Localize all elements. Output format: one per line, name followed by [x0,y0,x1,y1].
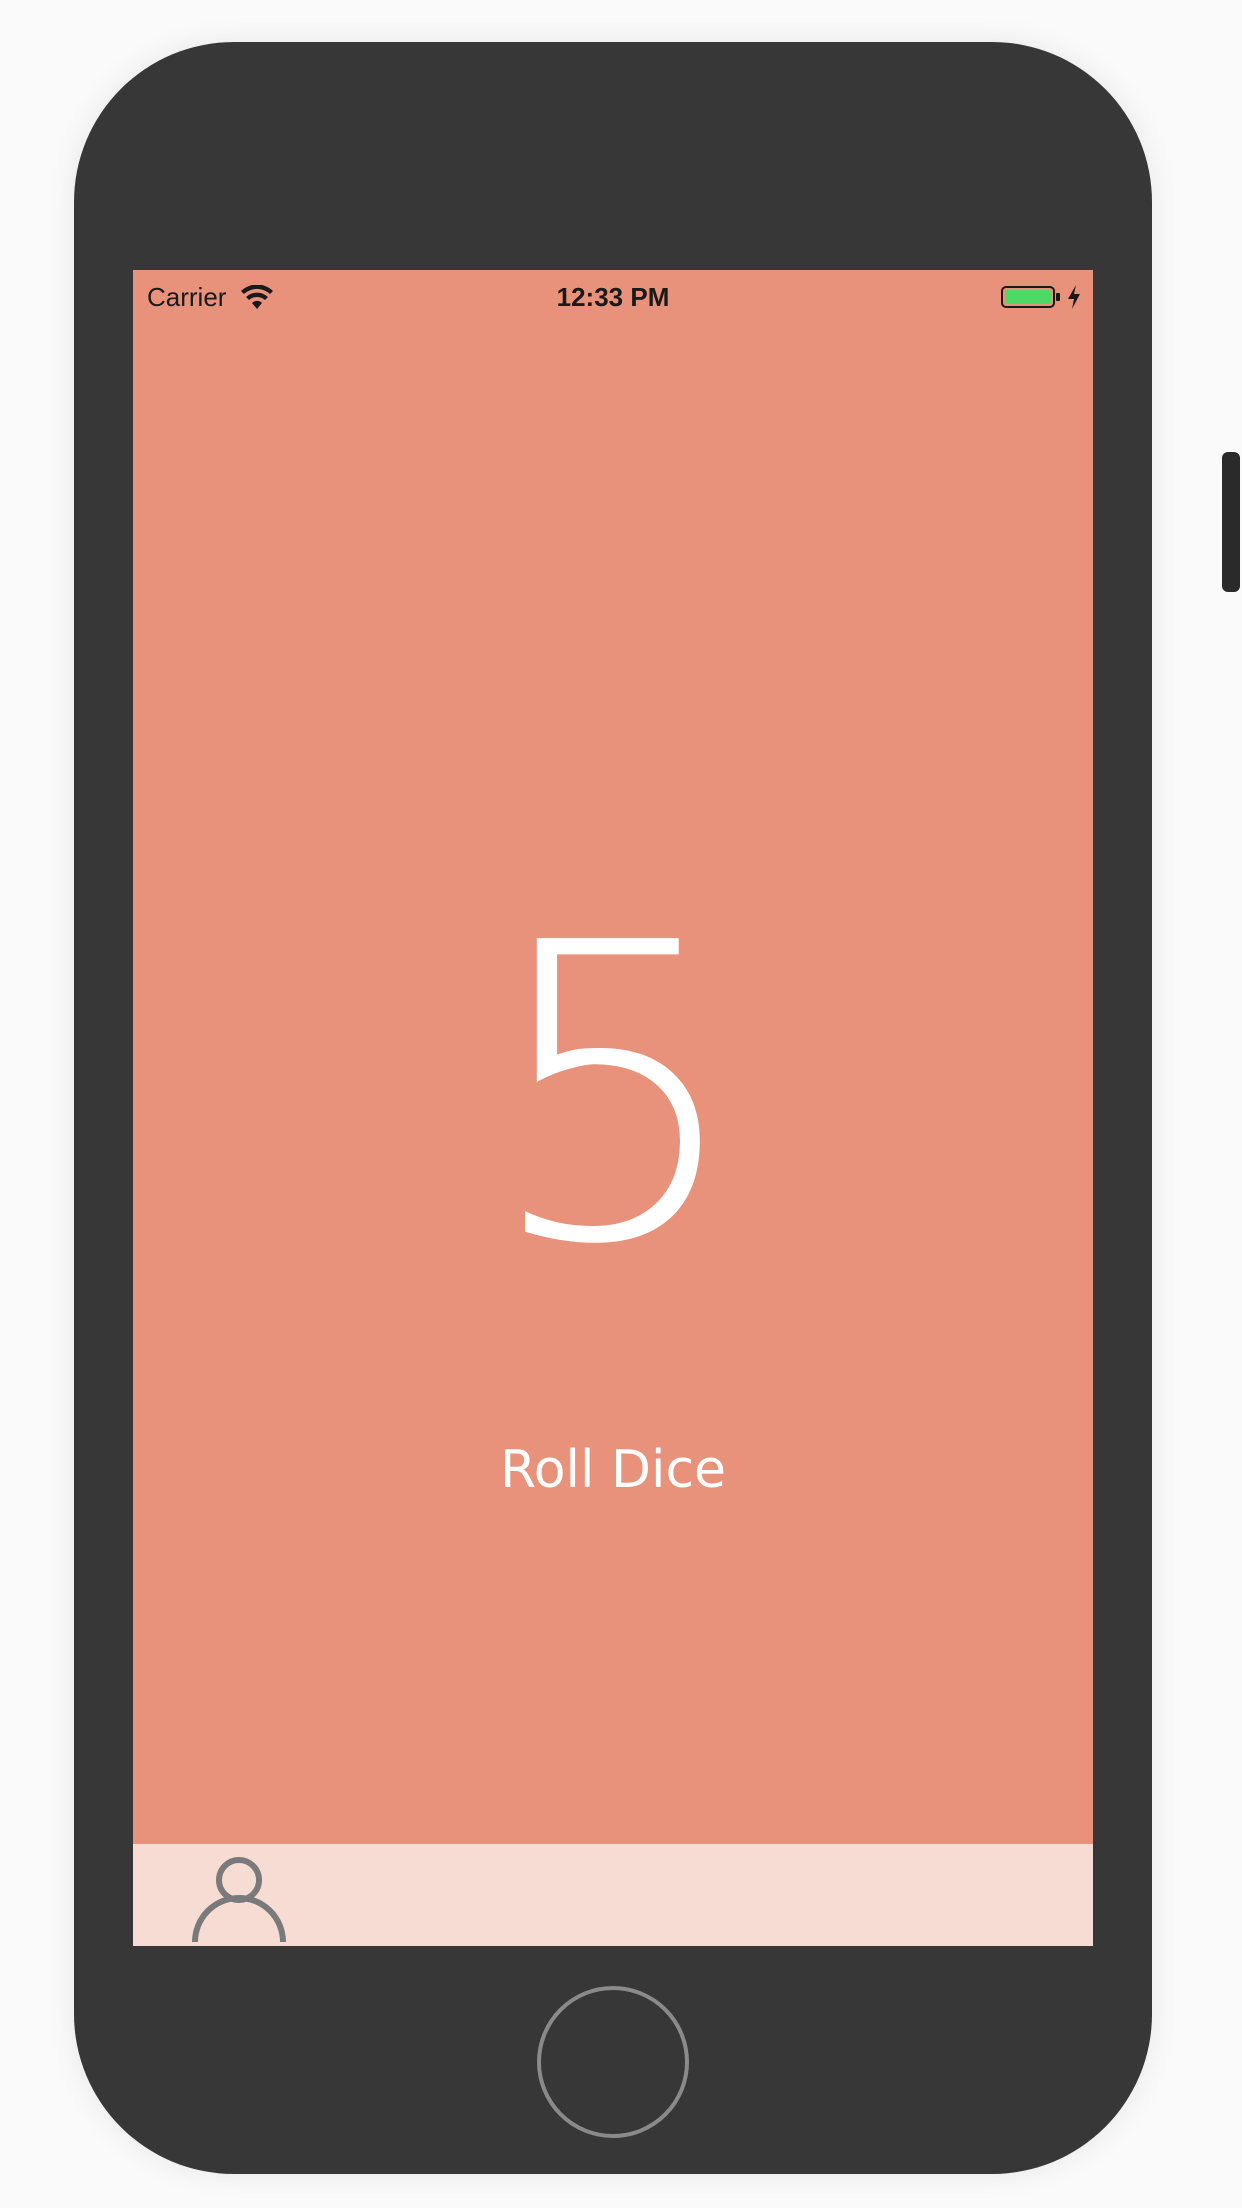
tab-bar [133,1844,1093,1946]
status-time: 12:33 PM [556,282,670,312]
roll-dice-button[interactable]: Roll Dice [463,1430,763,1510]
status-bar: Carrier 12:33 PM [133,270,1093,324]
app-screen: Carrier 12:33 PM 5 Roll Dice [133,270,1093,1946]
bolt-icon [1068,285,1080,309]
battery-group [1001,284,1081,310]
home-button[interactable] [537,1986,689,2138]
dice-result: 5 [484,856,746,1334]
tab-profile[interactable] [189,1852,289,1944]
person-icon [192,1857,286,1943]
battery-icon [1001,286,1060,308]
power-button [1222,452,1240,592]
